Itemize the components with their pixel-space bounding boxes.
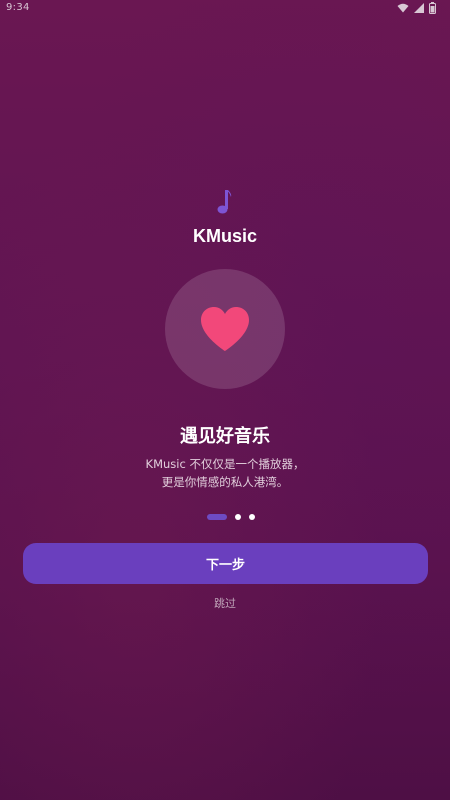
page-indicator-dot-3 — [249, 514, 255, 520]
skip-link[interactable]: 跳过 — [0, 595, 450, 611]
status-bar: 9:34 — [0, 0, 450, 18]
next-button[interactable]: 下一步 — [23, 543, 428, 584]
heart-icon — [201, 307, 249, 351]
status-time: 9:34 — [6, 2, 30, 13]
wifi-icon — [397, 3, 409, 13]
page-indicator — [0, 513, 450, 521]
page-indicator-dot-2 — [235, 514, 241, 520]
battery-icon — [429, 2, 436, 14]
signal-icon — [414, 3, 424, 13]
status-icons — [397, 2, 436, 14]
description-line-2: 更是你情感的私人港湾。 — [161, 475, 289, 489]
description-line-1: KMusic 不仅仅是一个播放器， — [145, 457, 305, 471]
music-note-icon — [215, 188, 235, 216]
app-title: KMusic — [192, 226, 257, 246]
description: KMusic 不仅仅是一个播放器， 更是你情感的私人港湾。 — [0, 455, 450, 491]
hero-circle — [165, 269, 285, 389]
page-indicator-active — [207, 514, 227, 520]
headline: 遇见好音乐 — [180, 426, 270, 447]
background-glow — [0, 0, 450, 800]
